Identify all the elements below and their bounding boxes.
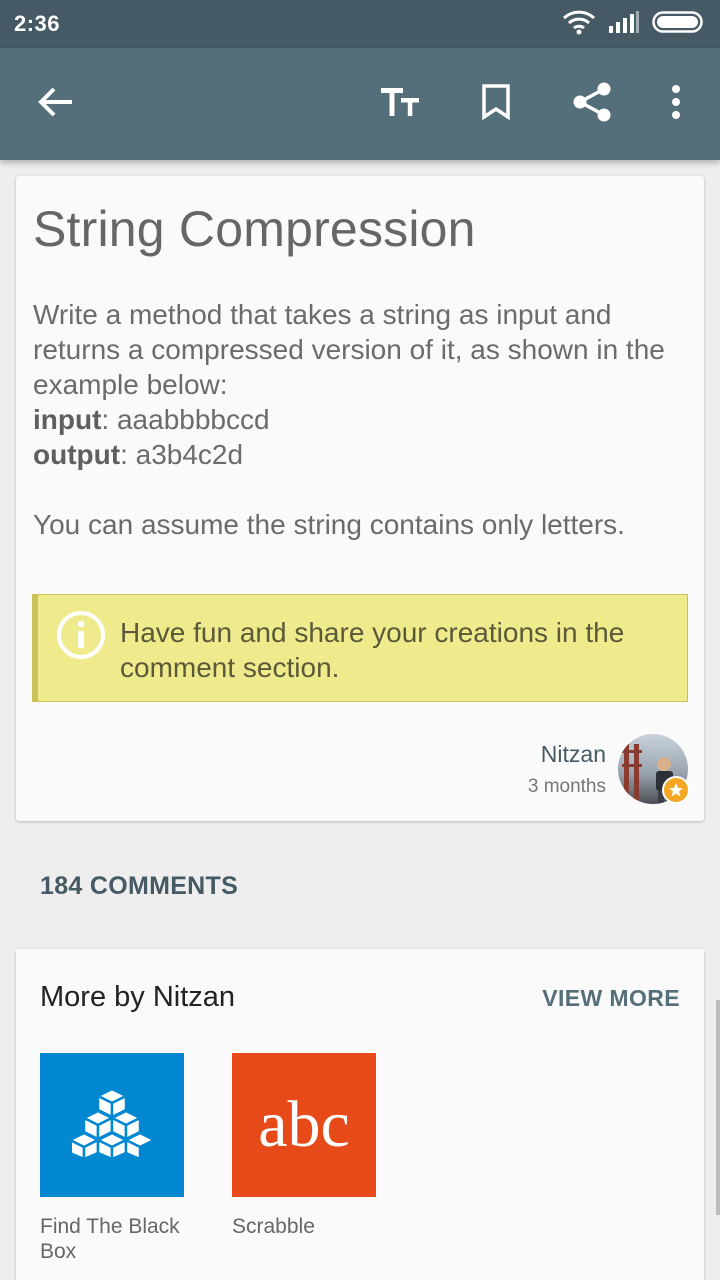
- app-bar: [0, 48, 720, 160]
- note-text: Have fun and share your creations in the…: [120, 617, 625, 683]
- example-input: input: aaabbbbccd: [33, 402, 683, 437]
- status-time: 2:36: [14, 11, 61, 36]
- tile-thumbnail: [40, 1053, 184, 1197]
- text-size-icon: [379, 85, 421, 124]
- tile-thumbnail: abc: [232, 1053, 376, 1197]
- post-time: 3 months: [527, 776, 606, 797]
- author-name[interactable]: Nitzan: [541, 741, 606, 768]
- wifi-icon: [562, 9, 596, 40]
- article-title: String Compression: [33, 201, 476, 257]
- back-button[interactable]: [30, 78, 82, 130]
- article-body: Write a method that takes a string as in…: [33, 297, 683, 542]
- battery-icon: [652, 10, 706, 39]
- article-card: String Compression Write a method that t…: [16, 176, 704, 821]
- arrow-back-icon: [37, 85, 75, 124]
- info-icon: [56, 610, 106, 660]
- more-options-button[interactable]: [650, 78, 702, 130]
- output-value: : a3b4c2d: [120, 439, 244, 470]
- text-size-button[interactable]: [374, 78, 426, 130]
- bookmark-button[interactable]: [470, 78, 522, 130]
- status-icons: [562, 10, 706, 38]
- more-item-find-the-black-box[interactable]: Find The Black Box: [40, 1053, 184, 1264]
- more-item-scrabble[interactable]: abc Scrabble: [232, 1053, 376, 1239]
- share-icon: [573, 82, 611, 127]
- more-by-card: More by Nitzan VIEW MORE Find The Black …: [16, 949, 704, 1280]
- input-value: : aaabbbbccd: [101, 404, 270, 435]
- more-vert-icon: [670, 84, 682, 125]
- signal-icon: [608, 10, 640, 39]
- tile-label: Scrabble: [232, 1215, 315, 1238]
- share-button[interactable]: [566, 78, 618, 130]
- view-more-button[interactable]: VIEW MORE: [542, 985, 680, 1012]
- more-by-title: More by Nitzan: [40, 981, 236, 1013]
- output-label: output: [33, 439, 121, 470]
- cubes-icon: [68, 1087, 156, 1164]
- article-assumption: You can assume the string contains only …: [33, 509, 625, 540]
- tile-label: Find The Black Box: [40, 1215, 180, 1263]
- info-note: Have fun and share your creations in the…: [32, 594, 688, 702]
- status-bar: 2:36: [0, 0, 720, 48]
- bookmark-icon: [481, 83, 511, 125]
- scrollbar[interactable]: [716, 1000, 720, 1215]
- article-description: Write a method that takes a string as in…: [33, 299, 665, 400]
- input-label: input: [33, 404, 102, 435]
- example-output: output: a3b4c2d: [33, 437, 683, 472]
- abc-logo-text: abc: [258, 1088, 350, 1161]
- star-badge-icon: [662, 776, 690, 804]
- comments-count-button[interactable]: 184 COMMENTS: [40, 872, 238, 901]
